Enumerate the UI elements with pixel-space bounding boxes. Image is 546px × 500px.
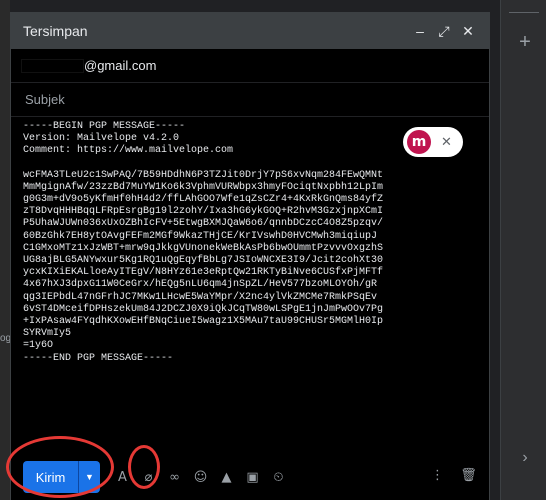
redacted-email (21, 58, 84, 73)
more-options-icon[interactable]: ⋮ (429, 467, 446, 484)
attach-icon[interactable]: ⌀ (140, 469, 157, 486)
minimize-icon[interactable]: – (411, 22, 429, 40)
send-options-chevron-icon[interactable]: ▼ (78, 461, 100, 493)
send-button-group: Kirim ▼ (23, 461, 100, 493)
chevron-right-icon[interactable]: › (517, 448, 533, 468)
side-panel (500, 0, 546, 500)
pgp-line: wcFMA3TLeU2c1SwPAQ/7B59HDdhN6P3TZJit0Drj… (23, 169, 384, 181)
compose-title: Tersimpan (23, 23, 88, 39)
pgp-line: 4x67hXJ3dpxG11W0CeGrx/hEQg5nLU6qm4jnSpZL… (23, 279, 378, 291)
emoji-icon[interactable]: ☺ (192, 469, 209, 486)
pgp-footer: =1y6O -----END PGP MESSAGE----- (23, 340, 489, 364)
format-text-icon[interactable]: A (114, 469, 131, 486)
drive-icon[interactable]: ▲ (218, 469, 235, 486)
pgp-line: zT8DvqHHHBqqLFRpEsrgBg19l2zohY/Ixa3hG6yk… (23, 206, 384, 218)
pgp-line: +IxPAsaw4FYqdhKXowEHfBNqCiueI5wagz1X5MAu… (23, 316, 384, 328)
pgp-line: MmMgignAfw/23zzBd7MuYW1Ko6k3VphmVURWbpx3… (23, 181, 384, 193)
pgp-line: ycxKIXiEKALloeAyITEgV/N8HYz61e3eRptQw21R… (23, 267, 384, 279)
mailvelope-logo-icon[interactable]: m (407, 130, 431, 154)
subject-placeholder: Subjek (25, 92, 65, 107)
add-addon-icon[interactable]: + (515, 30, 535, 54)
compose-header: Tersimpan – ⤢ ✕ (11, 13, 489, 49)
gmail-page: og + › Tersimpan – ⤢ ✕ @gmail.com Subjek… (0, 0, 546, 500)
to-field[interactable]: @gmail.com (11, 49, 489, 83)
close-icon[interactable]: ✕ (459, 22, 477, 40)
pgp-line: SYRVmIy5 (23, 328, 72, 340)
compose-toolbar: Kirim ▼ A ⌀ ∞ ☺ ▲ ▣ ⏲ ⋮ 🗑 (11, 453, 489, 500)
pgp-line: -----END PGP MESSAGE----- (23, 352, 174, 364)
pgp-line: 60BzGhk7EH8ytOAvgFEFm2MGf9WkazTHjCE/KrIV… (23, 230, 378, 242)
pgp-line: 6vST4DMceifDPHszekUm84J2DCZJ0X9iQkJCqTW8… (23, 303, 384, 315)
pgp-line: P5UhaWJUWn036xUxOZBhIcFV+5EtwgBXMJQaW6o6… (23, 218, 384, 230)
mailvelope-badge[interactable]: m ✕ (403, 127, 463, 157)
subject-field[interactable]: Subjek (11, 83, 489, 117)
send-button[interactable]: Kirim (23, 461, 78, 493)
expand-icon[interactable]: ⤢ (435, 22, 453, 40)
mailvelope-close-icon[interactable]: ✕ (441, 135, 452, 150)
pgp-line: qg3IEPbdL47nGFrhJC7MKw1LHcwE5WaYMpr/X2nc… (23, 291, 378, 303)
background-strip (0, 0, 10, 500)
side-panel-divider (509, 12, 539, 13)
to-email-suffix: @gmail.com (84, 58, 157, 73)
pgp-line: C1GMxoMTz1xJzWBT+mrw9qJkkgVUnonekWeBkAsP… (23, 242, 384, 254)
pgp-line: UG8ajBLG5ANYwxur5Kg1RQ1uQgEqyfBbLg7JSIoW… (23, 255, 384, 267)
delete-icon[interactable]: 🗑 (460, 467, 477, 484)
pgp-data: wcFMA3TLeU2c1SwPAQ/7B59HDdhN6P3TZJit0Drj… (23, 170, 489, 341)
pgp-line: g0G3m+dV9o5yKfmHf0hH4d2/ffLAhGOO7Wfe1qZs… (23, 194, 384, 206)
confidential-icon[interactable]: ⏲ (270, 469, 287, 486)
pgp-line: =1y6O (23, 340, 54, 352)
compose-window: Tersimpan – ⤢ ✕ @gmail.com Subjek -----B… (10, 12, 490, 500)
link-icon[interactable]: ∞ (166, 469, 183, 486)
message-body[interactable]: -----BEGIN PGP MESSAGE----- Version: Mail… (11, 121, 489, 441)
photo-icon[interactable]: ▣ (244, 469, 261, 486)
